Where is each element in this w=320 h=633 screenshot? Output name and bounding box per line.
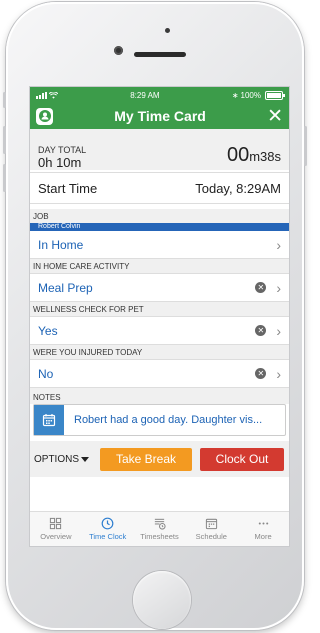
tab-time-clock[interactable]: Time Clock: [82, 512, 134, 546]
signal-icon: [36, 91, 47, 99]
chevron-right-icon: ›: [276, 236, 281, 253]
activity-field[interactable]: Meal Prep ✕ ›: [30, 273, 289, 302]
tab-bar: Overview Time Clock Timesheets Schedule …: [30, 511, 289, 546]
status-time: 8:29 AM: [130, 90, 160, 100]
volume-up-button: [3, 126, 6, 154]
user-icon: [38, 110, 51, 122]
start-time-value: Today, 8:29AM: [195, 180, 281, 196]
clear-icon[interactable]: ✕: [255, 325, 267, 336]
volume-down-button: [3, 164, 6, 192]
injured-section-label: WERE YOU INJURED TODAY: [30, 345, 289, 359]
tab-schedule-label: Schedule: [195, 532, 227, 541]
tab-more[interactable]: More: [237, 512, 289, 546]
mute-switch: [3, 92, 6, 108]
clear-icon[interactable]: ✕: [255, 282, 267, 293]
job-value: In Home: [38, 237, 84, 252]
tab-more-label: More: [254, 532, 272, 541]
signal-wifi: [36, 91, 58, 99]
notes-value: Robert had a good day. Daughter vis...: [74, 414, 263, 426]
tab-time-clock-label: Time Clock: [89, 532, 127, 541]
job-section-label: JOB: [30, 209, 289, 223]
battery-percent: 100%: [240, 90, 261, 100]
tab-overview-label: Overview: [40, 532, 72, 541]
clear-icon[interactable]: ✕: [255, 368, 267, 379]
chevron-right-icon: ›: [276, 322, 281, 339]
tab-timesheets[interactable]: Timesheets: [134, 512, 186, 546]
battery-icon: [265, 90, 285, 100]
home-button[interactable]: [133, 571, 191, 629]
clock-icon: [101, 517, 114, 530]
power-button: [304, 126, 307, 166]
page-title: My Time Card: [114, 108, 206, 124]
day-total-value: 0h 10m: [38, 155, 82, 170]
close-icon[interactable]: ✕: [267, 107, 283, 126]
overview-grid-icon: [50, 517, 62, 530]
take-break-button[interactable]: Take Break: [100, 447, 192, 471]
options-label: OPTIONS: [34, 453, 80, 465]
calendar-icon: [205, 518, 217, 530]
start-time-label: Start Time: [38, 180, 98, 196]
action-bar: OPTIONS Take Break Clock Out: [30, 441, 289, 477]
activity-value: Meal Prep: [38, 280, 93, 295]
more-dots-icon: [258, 522, 268, 525]
status-bar: 8:29 AM ∗ 100%: [30, 87, 289, 103]
wellness-value: Yes: [38, 323, 58, 338]
activity-section-label: IN HOME CARE ACTIVITY: [30, 259, 289, 273]
profile-button[interactable]: [36, 107, 53, 125]
status-right: ∗ 100%: [231, 90, 285, 100]
elapsed-timer: 00m38s: [227, 144, 281, 167]
tab-timesheets-label: Timesheets: [140, 532, 179, 541]
options-dropdown[interactable]: OPTIONS: [34, 454, 92, 465]
front-camera: [114, 46, 123, 55]
chevron-right-icon: ›: [276, 279, 281, 296]
chevron-right-icon: ›: [276, 365, 281, 382]
timesheet-icon: [154, 518, 166, 530]
title-bar: My Time Card ✕: [30, 103, 289, 129]
wifi-icon: [49, 91, 58, 99]
wellness-section-label: WELLNESS CHECK FOR PET: [30, 302, 289, 316]
job-field[interactable]: In Home ›: [30, 231, 289, 259]
job-client-tag: Robert Colvin: [30, 223, 289, 231]
notes-section-label: NOTES: [30, 388, 289, 404]
tab-schedule[interactable]: Schedule: [185, 512, 237, 546]
start-time-row[interactable]: Start Time Today, 8:29AM: [30, 172, 289, 204]
tab-overview[interactable]: Overview: [30, 512, 82, 546]
day-total-block: DAY TOTAL 0h 10m: [38, 145, 86, 170]
earpiece-speaker: [134, 52, 186, 57]
injured-value: No: [38, 366, 54, 381]
app-screen: 8:29 AM ∗ 100% My Time Card ✕ DAY TOTAL …: [29, 86, 290, 547]
elapsed-seconds: m38s: [249, 149, 281, 164]
notes-calendar-icon: [34, 405, 64, 435]
clock-out-button[interactable]: Clock Out: [200, 447, 284, 471]
notes-field[interactable]: Robert had a good day. Daughter vis...: [33, 404, 286, 436]
injured-field[interactable]: No ✕ ›: [30, 359, 289, 388]
proximity-sensor: [165, 28, 170, 33]
bluetooth-icon: ∗: [231, 90, 239, 100]
day-total-panel: DAY TOTAL 0h 10m 00m38s: [30, 129, 289, 170]
elapsed-minutes: 00: [226, 144, 250, 166]
day-total-label: DAY TOTAL: [38, 145, 87, 155]
caret-down-icon: [81, 456, 90, 462]
wellness-field[interactable]: Yes ✕ ›: [30, 316, 289, 345]
